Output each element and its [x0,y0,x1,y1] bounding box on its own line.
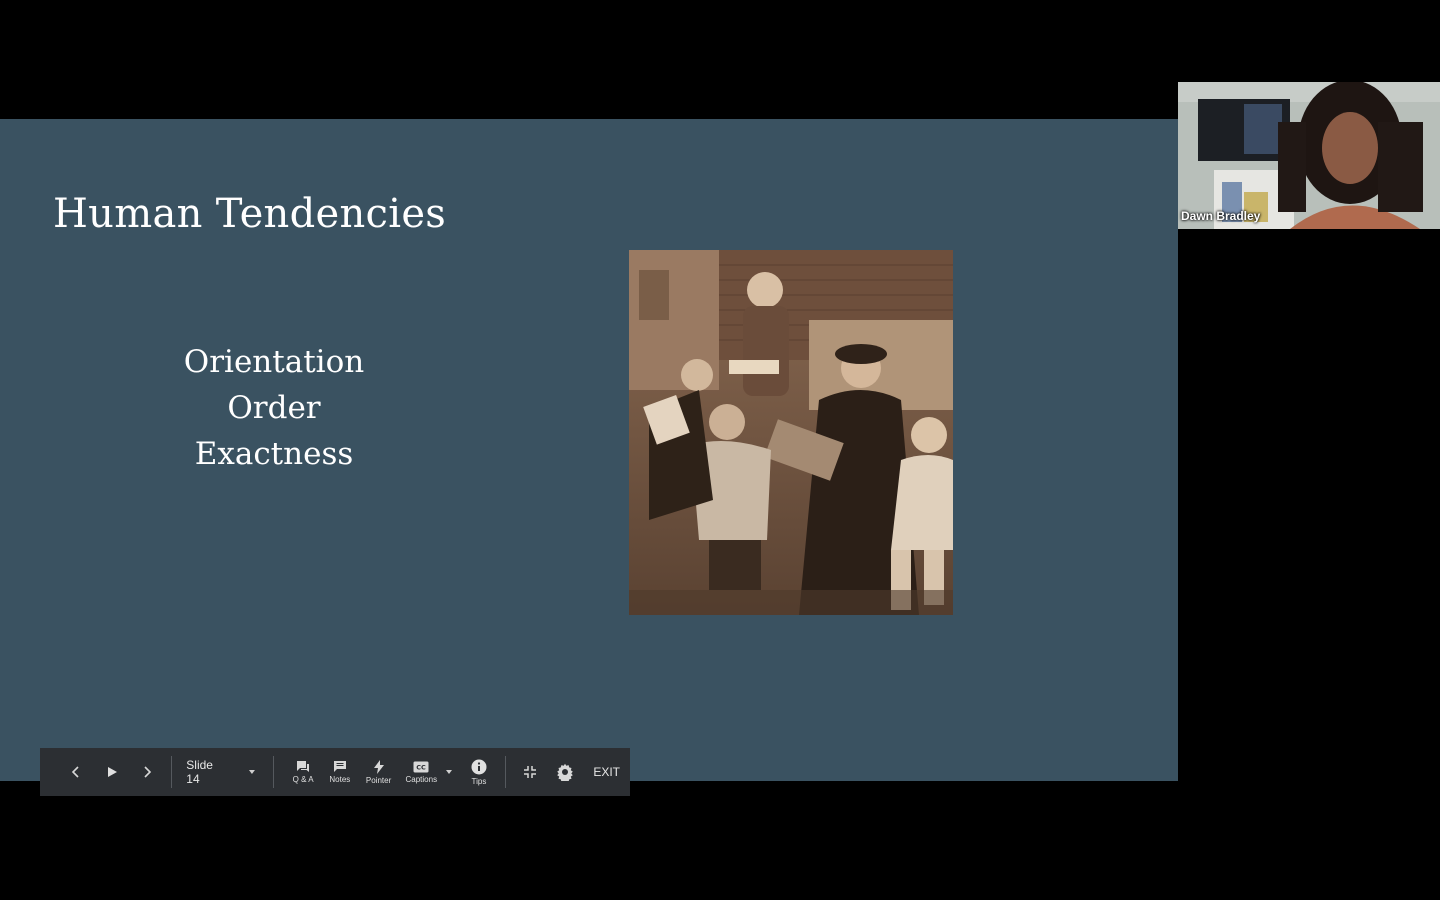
presenter-toolbar: Slide 14 Q & A Notes Pointer CC Captions… [40,748,630,796]
exit-fullscreen-icon [523,766,536,778]
presentation-slide: Human Tendencies Orientation Order Exact… [0,119,1178,781]
notes-button[interactable]: Notes [322,748,358,796]
chat-icon [297,761,310,772]
exit-fullscreen-button[interactable] [512,748,548,796]
slide-bullet: Exactness [194,436,354,472]
pointer-label: Pointer [365,775,392,785]
participant-name: Dawn Bradley [1181,209,1261,223]
next-slide-button[interactable] [130,748,166,796]
tips-button[interactable]: Tips [459,748,499,796]
exit-button[interactable]: EXIT [583,748,630,796]
slide-selector-label: Slide 14 [186,758,213,786]
svg-text:CC: CC [417,763,427,771]
slide-bullet: Order [227,390,321,426]
slide-bullet-list: Orientation Order Exactness [140,339,408,477]
slide-selector-dropdown[interactable]: Slide 14 [178,748,267,796]
tips-label: Tips [471,776,487,786]
caret-down-icon [249,770,256,774]
captions-options-dropdown[interactable] [443,748,455,796]
gear-icon [557,763,574,781]
caret-down-icon [446,770,453,774]
chevron-left-icon [71,766,79,778]
captions-label: Captions [405,774,438,784]
chevron-right-icon [144,766,152,778]
cc-icon: CC [413,761,429,772]
slide-bullet: Orientation [183,344,365,380]
notes-icon [333,761,346,772]
participant-video-tile[interactable]: Dawn Bradley [1178,82,1440,229]
lightning-icon [373,759,384,774]
play-button[interactable] [94,748,130,796]
play-icon [107,767,117,777]
slide-photo [629,250,953,615]
previous-slide-button[interactable] [58,748,94,796]
settings-button[interactable] [548,748,584,796]
captions-button[interactable]: CC Captions [399,748,443,796]
slide-title: Human Tendencies [53,191,447,237]
toolbar-divider [273,756,275,788]
qa-label: Q & A [292,775,314,784]
qa-button[interactable]: Q & A [284,748,322,796]
pointer-button[interactable]: Pointer [358,748,400,796]
toolbar-divider [171,756,173,788]
info-icon [471,759,487,774]
toolbar-divider [504,756,506,788]
notes-label: Notes [329,775,351,784]
